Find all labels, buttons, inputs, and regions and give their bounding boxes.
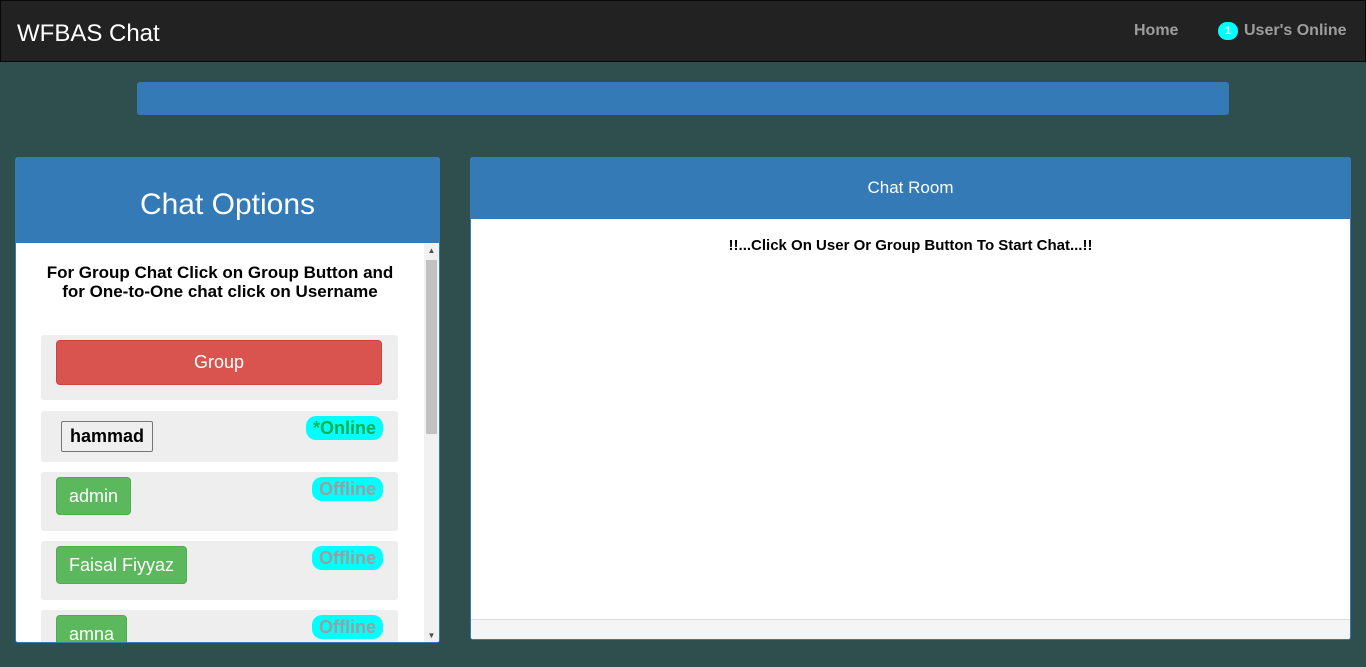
- scroll-down-arrow-icon[interactable]: ▼: [424, 628, 439, 642]
- user-row: admin Offline: [41, 472, 398, 531]
- user-row: Faisal Fiyyaz Offline: [41, 541, 398, 600]
- chat-room-footer: [471, 619, 1350, 639]
- chat-room-panel: Chat Room !!...Click On User Or Group Bu…: [470, 157, 1351, 640]
- navbar: WFBAS Chat Home 1 User's Online: [0, 0, 1366, 62]
- user-row: hammad *Online: [41, 411, 398, 462]
- user-button-hammad[interactable]: hammad: [61, 421, 154, 452]
- chat-options-body: For Group Chat Click on Group Button and…: [16, 243, 424, 642]
- status-badge: Offline: [312, 477, 383, 501]
- status-badge: Offline: [312, 615, 383, 639]
- top-banner-bar: [137, 82, 1229, 115]
- group-row: Group: [41, 335, 398, 400]
- chat-instructions: For Group Chat Click on Group Button and…: [46, 263, 394, 301]
- users-online-label: User's Online: [1244, 22, 1347, 39]
- user-button-faisal-fiyyaz[interactable]: Faisal Fiyyaz: [56, 546, 188, 584]
- nav-users-online-link[interactable]: 1 User's Online: [1218, 22, 1347, 40]
- chat-options-title: Chat Options: [16, 158, 439, 243]
- chat-room-title: Chat Room: [471, 158, 1350, 219]
- group-button[interactable]: Group: [56, 340, 382, 385]
- status-badge: *Online: [305, 416, 383, 440]
- user-button-admin[interactable]: admin: [56, 477, 132, 515]
- chat-room-message: !!...Click On User Or Group Button To St…: [728, 237, 1093, 254]
- user-button-amna[interactable]: amna: [56, 615, 128, 642]
- online-count-badge: 1: [1218, 22, 1238, 40]
- brand-title[interactable]: WFBAS Chat: [17, 20, 160, 48]
- chat-options-panel: Chat Options For Group Chat Click on Gro…: [15, 157, 440, 643]
- nav-home-link[interactable]: Home: [1134, 22, 1178, 40]
- status-badge: Offline: [312, 546, 383, 570]
- options-scrollbar[interactable]: ▲ ▼: [424, 243, 439, 642]
- scroll-thumb[interactable]: [426, 260, 437, 434]
- user-row: amna Offline: [41, 610, 398, 642]
- scroll-up-arrow-icon[interactable]: ▲: [424, 243, 439, 258]
